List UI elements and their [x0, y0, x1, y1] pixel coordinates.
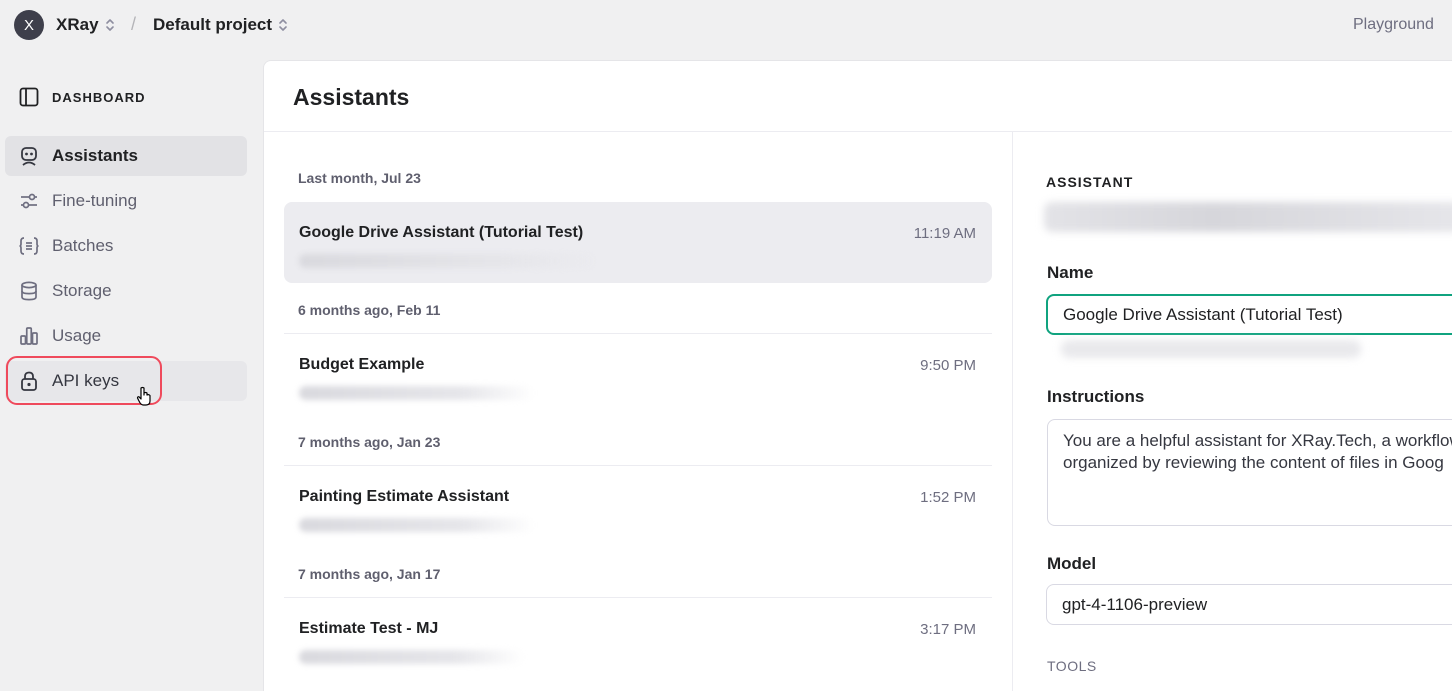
assistant-name: Estimate Test - MJ — [299, 620, 439, 637]
detail-heading: ASSISTANT — [1046, 174, 1134, 190]
model-select[interactable]: gpt-4-1106-preview — [1046, 584, 1452, 625]
sidebar-item-label: Storage — [52, 281, 112, 300]
sidebar-item-label: Usage — [52, 326, 102, 345]
org-switcher[interactable]: XRay — [56, 15, 99, 35]
assistant-row[interactable]: Budget Example 9:50 PM — [284, 334, 992, 415]
chevron-up-down-icon[interactable] — [104, 16, 116, 34]
model-label: Model — [1047, 554, 1097, 573]
assistant-row[interactable]: Google Drive Assistant (Tutorial Test) 1… — [284, 202, 992, 283]
sidebar-item-label: Fine-tuning — [52, 191, 138, 210]
sidebar-item-label: Batches — [52, 236, 114, 255]
project-switcher[interactable]: Default project — [153, 15, 272, 35]
braces-list-icon — [19, 237, 39, 255]
redacted-id — [299, 254, 599, 268]
sidebar-item-usage[interactable]: Usage — [5, 316, 247, 356]
instructions-field[interactable]: You are a helpful assistant for XRay.Tec… — [1047, 419, 1452, 526]
redacted-text — [1061, 340, 1361, 358]
assistant-name: Google Drive Assistant (Tutorial Test) — [299, 224, 584, 241]
assistant-time: 3:17 PM — [920, 621, 976, 638]
redacted-assistant-id — [1044, 202, 1452, 232]
chevron-up-down-icon[interactable] — [277, 16, 289, 34]
bar-chart-icon — [20, 327, 38, 345]
assistant-detail: ASSISTANT Name Instructions You are a he… — [1014, 132, 1452, 691]
org-avatar[interactable]: X — [14, 10, 44, 40]
sidebar-item-batches[interactable]: Batches — [5, 226, 247, 266]
instructions-line: You are a helpful assistant for XRay.Tec… — [1063, 431, 1452, 450]
hand-cursor-icon — [136, 386, 151, 406]
robot-icon — [21, 147, 37, 166]
breadcrumb-separator: / — [131, 14, 137, 34]
sidebar-item-label: Assistants — [52, 146, 138, 165]
assistant-name: Painting Estimate Assistant — [299, 488, 510, 505]
redacted-id — [299, 386, 534, 400]
database-icon — [21, 281, 37, 301]
dashboard-label: DASHBOARD — [52, 89, 146, 105]
group-label: 7 months ago, Jan 17 — [298, 566, 441, 582]
dashboard-header[interactable]: DASHBOARD — [18, 86, 146, 108]
sliders-icon — [21, 193, 37, 209]
page-title: Assistants — [293, 84, 410, 110]
sidebar-toggle-icon[interactable] — [18, 86, 40, 108]
top-bar: X XRay / Default project Playground — [0, 0, 1452, 52]
name-label: Name — [1047, 263, 1094, 282]
sidebar-item-fine-tuning[interactable]: Fine-tuning — [5, 181, 247, 221]
assistant-time: 11:19 AM — [913, 225, 976, 242]
main-header: Assistants — [264, 61, 1452, 132]
group-label: 6 months ago, Feb 11 — [298, 302, 441, 318]
redacted-id — [299, 518, 534, 532]
assistant-row[interactable]: Estimate Test - MJ 3:17 PM — [284, 598, 992, 679]
playground-link[interactable]: Playground — [1353, 16, 1434, 34]
instructions-line: organized by reviewing the content of fi… — [1063, 453, 1444, 472]
instructions-label: Instructions — [1047, 387, 1145, 406]
assistant-time: 1:52 PM — [920, 489, 976, 506]
group-label: 7 months ago, Jan 23 — [298, 434, 441, 450]
tools-label: TOOLS — [1047, 658, 1097, 674]
group-label: Last month, Jul 23 — [298, 170, 421, 186]
sidebar-item-storage[interactable]: Storage — [5, 271, 247, 311]
assistant-row[interactable]: Painting Estimate Assistant 1:52 PM — [284, 466, 992, 547]
assistant-list: Last month, Jul 23 Google Drive Assistan… — [264, 132, 1013, 691]
main-panel: Assistants Last month, Jul 23 Google Dri… — [263, 60, 1452, 691]
assistant-name: Budget Example — [299, 356, 425, 373]
assistant-time: 9:50 PM — [920, 357, 976, 374]
name-field[interactable] — [1046, 294, 1452, 335]
sidebar-item-assistants[interactable]: Assistants — [5, 136, 247, 176]
redacted-id — [299, 650, 524, 664]
